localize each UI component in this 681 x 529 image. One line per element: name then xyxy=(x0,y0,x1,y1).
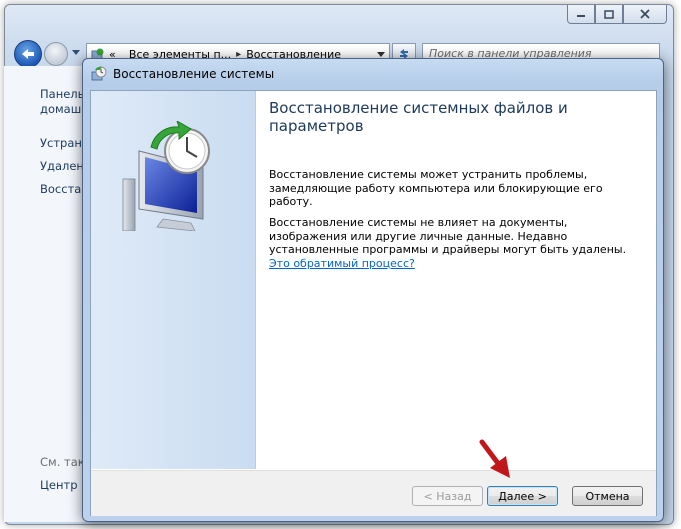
close-button[interactable] xyxy=(623,5,667,24)
left-decor-pane xyxy=(91,91,256,469)
side-item-home[interactable]: домаш xyxy=(40,102,81,116)
dialog-title: Восстановление системы xyxy=(113,67,275,81)
description-paragraph-1: Восстановление системы может устранить п… xyxy=(269,168,603,208)
side-item-see-also: См. так xyxy=(40,455,85,469)
side-navigation xyxy=(4,66,86,522)
system-restore-icon xyxy=(91,66,107,81)
reversible-process-link[interactable]: Это обратимый процесс? xyxy=(269,257,415,270)
side-item-remove[interactable]: Удален xyxy=(40,159,84,173)
maximize-icon xyxy=(604,9,614,19)
back-button[interactable]: < Назад xyxy=(412,486,483,506)
close-icon xyxy=(640,9,650,19)
minimize-button[interactable] xyxy=(567,5,595,24)
dialog-heading: Восстановление системных файлов и параме… xyxy=(269,99,568,135)
maximize-button[interactable] xyxy=(595,5,623,24)
dialog-title-bar: Восстановление системы xyxy=(91,65,274,83)
description-paragraph-2: Восстановление системы не влияет на доку… xyxy=(269,216,639,270)
annotation-arrow-icon xyxy=(479,439,510,478)
computer-restore-icon xyxy=(122,121,210,231)
side-item-center[interactable]: Центр xyxy=(40,478,78,492)
address-dropdown-icon[interactable] xyxy=(377,51,385,57)
forward-button[interactable] xyxy=(44,42,68,66)
side-item-control-panel[interactable]: Панель xyxy=(40,87,84,101)
system-restore-dialog: Восстановление системы Восстановление си… xyxy=(82,58,664,522)
side-item-troubleshoot[interactable]: Устран xyxy=(40,136,82,150)
button-bar: < Назад Далее > Отмена xyxy=(91,470,656,516)
description-text: Восстановление системы не влияет на доку… xyxy=(269,216,627,256)
dialog-content: Восстановление системных файлов и параме… xyxy=(90,90,657,516)
next-button[interactable]: Далее > xyxy=(487,486,558,506)
minimize-icon xyxy=(577,15,585,17)
cancel-button[interactable]: Отмена xyxy=(572,486,643,506)
back-arrow-icon xyxy=(22,49,34,59)
history-dropdown-icon[interactable] xyxy=(72,50,80,55)
window-caption-buttons xyxy=(567,5,667,25)
back-button[interactable] xyxy=(14,40,42,68)
